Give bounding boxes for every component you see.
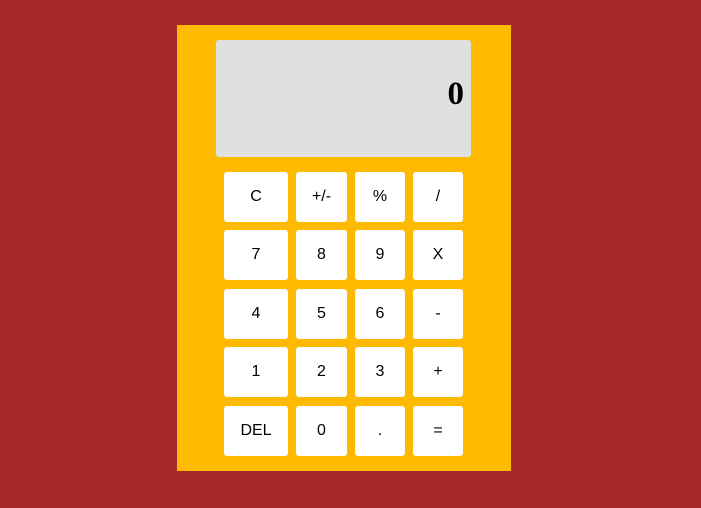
digit-1-button[interactable]: 1 — [224, 347, 288, 397]
digit-3-button[interactable]: 3 — [355, 347, 405, 397]
display-value: 0 — [447, 76, 465, 112]
digit-0-button[interactable]: 0 — [296, 406, 347, 456]
multiply-button[interactable]: X — [413, 230, 463, 280]
digit-2-button[interactable]: 2 — [296, 347, 347, 397]
digit-6-button[interactable]: 6 — [355, 289, 405, 339]
percent-button[interactable]: % — [355, 172, 405, 222]
digit-8-button[interactable]: 8 — [296, 230, 347, 280]
decimal-button[interactable]: . — [355, 406, 405, 456]
divide-button[interactable]: / — [413, 172, 463, 222]
digit-9-button[interactable]: 9 — [355, 230, 405, 280]
sign-toggle-button[interactable]: +/- — [296, 172, 347, 222]
digit-7-button[interactable]: 7 — [224, 230, 288, 280]
digit-5-button[interactable]: 5 — [296, 289, 347, 339]
add-button[interactable]: + — [413, 347, 463, 397]
calculator-display: 0 — [216, 40, 471, 157]
clear-button[interactable]: C — [224, 172, 288, 222]
digit-4-button[interactable]: 4 — [224, 289, 288, 339]
delete-button[interactable]: DEL — [224, 406, 288, 456]
subtract-button[interactable]: - — [413, 289, 463, 339]
equals-button[interactable]: = — [413, 406, 463, 456]
calculator-body: 0 C +/- % / 7 8 9 X 4 5 6 - 1 2 3 + DEL … — [177, 25, 511, 471]
